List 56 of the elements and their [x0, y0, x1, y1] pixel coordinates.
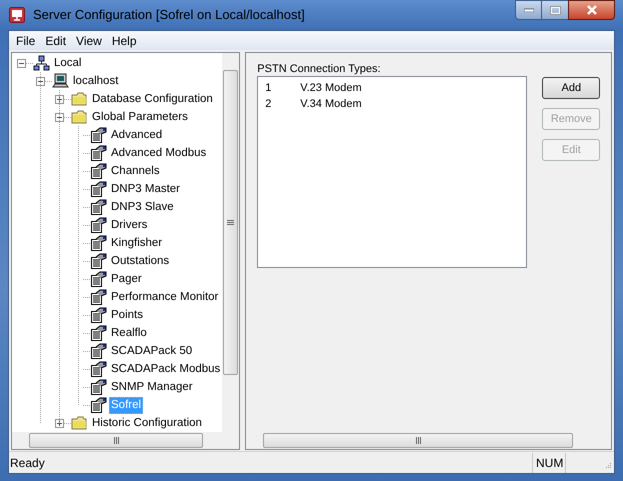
tree-item[interactable]: SNMP Manager: [109, 380, 195, 394]
tree-item[interactable]: localhost: [71, 74, 120, 88]
menu-item[interactable]: Help: [106, 31, 142, 50]
tree-item[interactable]: Outstations: [109, 254, 172, 268]
list-cell-text: 2: [264, 96, 272, 112]
tree-item[interactable]: Pager: [109, 272, 144, 286]
expand-icon[interactable]: [55, 418, 64, 428]
tree-item[interactable]: Advanced Modbus: [109, 146, 208, 160]
collapse-icon[interactable]: [55, 112, 64, 122]
folder-icon: [71, 109, 88, 125]
num-lock-indicator: NUM: [532, 452, 566, 472]
close-icon: [586, 5, 598, 15]
tree-item[interactable]: Historic Configuration: [90, 416, 204, 430]
minimize-icon: [524, 8, 534, 12]
tree-item[interactable]: SCADAPack Modbus: [109, 362, 222, 376]
expand-icon[interactable]: [55, 94, 64, 104]
list-cell-text: V.34 Modem: [300, 96, 362, 112]
tree-item[interactable]: Channels: [109, 164, 162, 178]
minimize-button[interactable]: [515, 0, 542, 20]
tree-item[interactable]: Performance Monitor: [109, 290, 220, 304]
maximize-button[interactable]: [542, 0, 568, 20]
app-icon: [9, 7, 25, 23]
connection-type-list[interactable]: 1 V.23 Modem 2 V.34 Modem: [257, 76, 528, 268]
collapse-icon[interactable]: [36, 76, 45, 86]
menu-item[interactable]: File: [11, 31, 40, 50]
list-label: PSTN Connection Types:: [257, 62, 382, 76]
scrollbar-thumb[interactable]: [223, 70, 238, 375]
menu-item[interactable]: Edit: [40, 31, 72, 50]
scrollbar-thumb[interactable]: [29, 433, 203, 448]
maximize-icon: [550, 6, 560, 14]
dialog-button[interactable]: Add: [542, 77, 600, 99]
tree-item[interactable]: Drivers: [109, 218, 150, 232]
tree-item[interactable]: Global Parameters: [90, 110, 190, 124]
tree-item[interactable]: SCADAPack 50: [109, 344, 194, 358]
network-icon: [33, 55, 50, 71]
tree-item[interactable]: Points: [109, 308, 145, 322]
vertical-scrollbar[interactable]: [222, 53, 240, 432]
tree-item[interactable]: Local: [52, 56, 84, 70]
scrollbar-thumb[interactable]: [263, 433, 574, 448]
list-cell-text: 1: [264, 80, 272, 96]
tree-item[interactable]: Advanced: [109, 128, 164, 142]
tree-item[interactable]: Realflo: [109, 326, 149, 340]
computer-icon: [52, 73, 69, 89]
folder-icon: [71, 91, 88, 107]
folder-icon: [71, 415, 88, 431]
menu-item[interactable]: View: [71, 31, 107, 50]
tree-item[interactable]: Database Configuration: [90, 92, 215, 106]
tree-item[interactable]: Kingfisher: [109, 236, 164, 250]
collapse-icon[interactable]: [17, 58, 26, 68]
close-button[interactable]: [568, 0, 615, 20]
horizontal-scrollbar[interactable]: [12, 432, 240, 449]
tree-item[interactable]: DNP3 Slave: [109, 200, 176, 214]
tree-item[interactable]: DNP3 Master: [109, 182, 182, 196]
window-title: Server Configuration [Sofrel on Local/localhost]: [33, 6, 305, 24]
list-cell-text: V.23 Modem: [300, 80, 362, 96]
status-text: Ready: [9, 454, 46, 472]
